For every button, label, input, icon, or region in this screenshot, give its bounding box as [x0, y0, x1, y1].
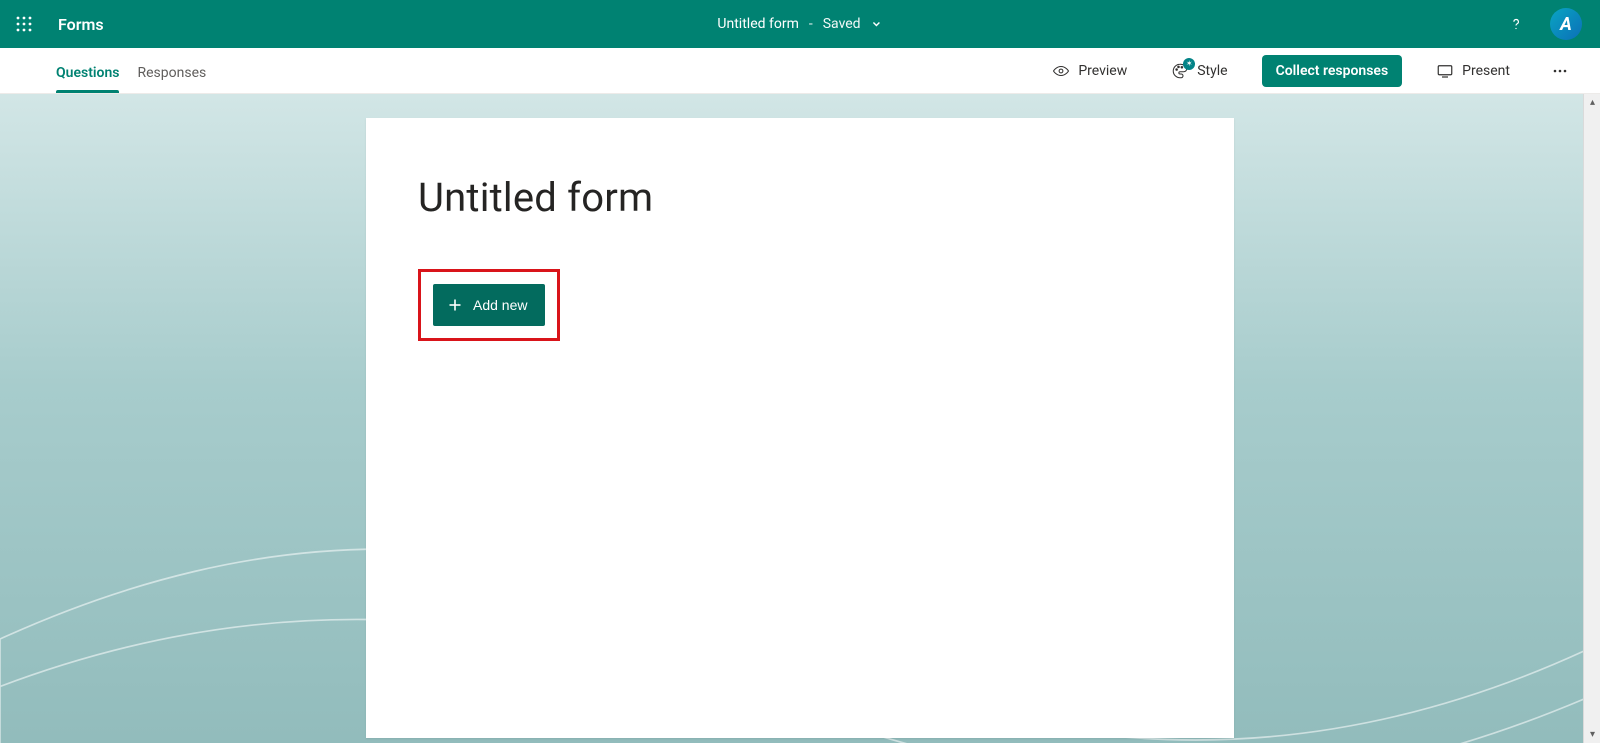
app-name-label[interactable]: Forms [58, 15, 104, 34]
header-right-group: A [1500, 8, 1592, 40]
header-form-name[interactable]: Untitled form [717, 16, 798, 32]
vertical-scrollbar[interactable]: ▴ ▾ [1583, 94, 1600, 743]
add-new-label: Add new [473, 297, 527, 313]
annotation-highlight: Add new [418, 269, 560, 341]
form-card: Untitled form Add new [366, 118, 1234, 738]
tab-responses[interactable]: Responses [137, 65, 206, 93]
more-options-button[interactable] [1544, 55, 1576, 87]
present-icon [1436, 62, 1454, 80]
scroll-down-button[interactable]: ▾ [1584, 726, 1600, 743]
collect-responses-button[interactable]: Collect responses [1262, 55, 1403, 87]
chevron-down-icon [871, 18, 883, 30]
waffle-icon [16, 16, 32, 32]
collect-responses-label: Collect responses [1276, 63, 1389, 79]
app-launcher-button[interactable] [8, 8, 40, 40]
eye-icon [1052, 62, 1070, 80]
more-horizontal-icon [1552, 63, 1568, 79]
app-header: Forms Untitled form - Saved A [0, 0, 1600, 48]
user-avatar[interactable]: A [1550, 8, 1582, 40]
style-label: Style [1197, 63, 1227, 79]
form-title-input[interactable]: Untitled form [418, 174, 1182, 221]
plus-icon [447, 297, 463, 313]
tab-questions[interactable]: Questions [56, 65, 119, 93]
scroll-up-button[interactable]: ▴ [1584, 94, 1600, 111]
header-dropdown-button[interactable] [871, 18, 883, 30]
avatar-initial: A [1560, 14, 1572, 35]
help-button[interactable] [1500, 8, 1532, 40]
preview-button[interactable]: Preview [1042, 55, 1137, 87]
command-right-group: Preview ✶ Style Collect responses [1042, 55, 1576, 87]
header-separator: - [809, 16, 813, 32]
present-label: Present [1462, 63, 1510, 79]
canvas-area: Untitled form Add new ▴ ▾ [0, 94, 1600, 743]
header-save-status: Saved [823, 16, 861, 32]
preview-label: Preview [1078, 63, 1127, 79]
help-icon [1507, 15, 1525, 33]
style-badge-icon: ✶ [1183, 58, 1195, 70]
tabs: Questions Responses [56, 48, 206, 93]
add-new-button[interactable]: Add new [433, 284, 545, 326]
header-title-group: Untitled form - Saved [717, 16, 882, 32]
command-bar: Questions Responses Preview [0, 48, 1600, 94]
present-button[interactable]: Present [1426, 55, 1520, 87]
style-button[interactable]: ✶ Style [1161, 55, 1237, 87]
